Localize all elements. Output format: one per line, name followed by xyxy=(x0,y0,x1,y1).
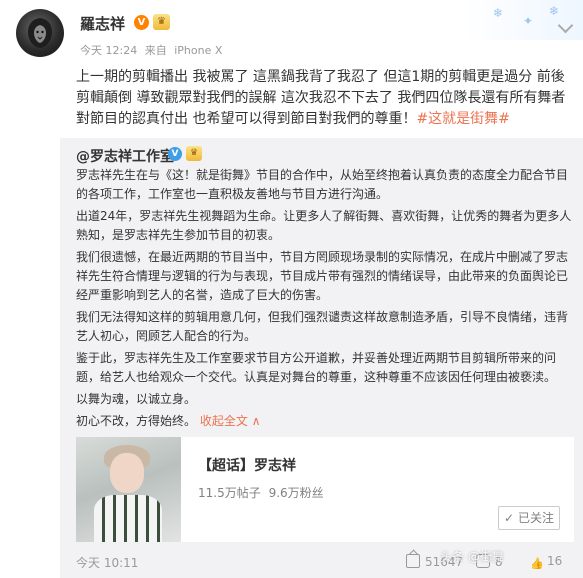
post-header: 羅志祥 V ♛ 今天 12:24 来自 iPhone X ❄ ✦ ❄ xyxy=(0,0,583,62)
hashtag-link[interactable]: #这就是街舞# xyxy=(416,111,509,127)
check-icon: ✓ xyxy=(504,511,515,525)
repost-paragraph-last: 初心不改，方得始终。 收起全文 ∧ xyxy=(76,412,574,431)
followed-label: 已关注 xyxy=(517,511,554,525)
collapse-link[interactable]: 收起全文 ∧ xyxy=(200,414,261,428)
verified-blue-icon: V xyxy=(168,147,182,161)
like-count: 16 xyxy=(547,554,563,568)
portrait-face xyxy=(110,453,144,493)
member-crown-icon: ♛ xyxy=(153,14,170,30)
like-action[interactable]: 👍 16 xyxy=(530,554,563,570)
post-text: 上一期的剪輯播出 我被罵了 這黑鍋我背了我忍了 但這1期的剪輯更是過分 前後剪輯… xyxy=(76,67,572,130)
repost-paragraph: 我们无法得知这样的剪辑用意几何，但我们强烈谴责这样故意制造矛盾，引导不良情绪，违… xyxy=(76,310,569,343)
snowflake-icon: ✦ xyxy=(523,14,534,28)
source-prefix: 来自 xyxy=(144,44,167,57)
repost-paragraph: 出道24年，罗志祥先生视舞蹈为生命。让更多人了解街舞、喜欢街舞，让优秀的舞者为更… xyxy=(76,209,572,242)
supertopic-image xyxy=(76,437,181,542)
repost-paragraph: 罗志祥先生在与《这！就是街舞》节目的合作中，从始至终抱着认真负责的态度全力配合节… xyxy=(76,168,569,201)
post-source[interactable]: iPhone X xyxy=(174,44,222,57)
portrait-body xyxy=(94,495,162,542)
snowflake-icon: ❄ xyxy=(549,4,560,18)
supertopic-card[interactable]: 【超话】罗志祥 11.5万帖子 9.6万粉丝 ✓ 已关注 xyxy=(76,437,574,542)
repost-time[interactable]: 今天 10:11 xyxy=(76,554,138,571)
share-icon xyxy=(406,554,420,568)
author-name[interactable]: 羅志祥 xyxy=(80,13,125,34)
supertopic-fans: 9.6万粉丝 xyxy=(268,486,324,500)
repost-author[interactable]: @罗志祥工作室 xyxy=(76,146,174,166)
repost-paragraph: 我们很遗憾，在最近两期的节目当中，节目方罔顾现场录制的实际情况，在成片中删减了罗… xyxy=(76,250,569,302)
avatar[interactable] xyxy=(16,9,64,57)
post-meta: 今天 12:24 来自 iPhone X xyxy=(80,42,226,58)
repost-paragraph: 以舞为魂，以诚立身。 xyxy=(76,392,197,406)
repost-container: @罗志祥工作室 V ♛ 罗志祥先生在与《这！就是街舞》节目的合作中，从始至终抱着… xyxy=(60,138,583,578)
supertopic-posts: 11.5万帖子 xyxy=(198,486,261,500)
snowflake-icon: ❄ xyxy=(493,6,504,20)
collapse-label[interactable]: 收起全文 xyxy=(200,414,248,428)
lion-avatar-icon xyxy=(28,18,52,48)
member-crown-icon: ♛ xyxy=(186,146,202,161)
repost-paragraph: 鉴于此，罗志祥先生及工作室要求节目方公开道歉，并妥善处理近两期节目剪辑所带来的问… xyxy=(76,351,557,384)
repost-body: 罗志祥先生在与《这！就是街舞》节目的合作中，从始至终抱着认真负责的态度全力配合节… xyxy=(76,166,574,434)
followed-button[interactable]: ✓ 已关注 xyxy=(498,506,560,530)
chevron-up-icon: ∧ xyxy=(251,414,261,428)
post-timestamp[interactable]: 今天 12:24 xyxy=(80,44,137,57)
watermark: 头条 @街舞 xyxy=(440,550,504,564)
repost-last-line: 初心不改，方得始终。 xyxy=(76,414,197,428)
supertopic-stats: 11.5万帖子 9.6万粉丝 xyxy=(198,484,328,501)
verified-icon: V xyxy=(134,15,149,30)
supertopic-title[interactable]: 【超话】罗志祥 xyxy=(198,455,296,475)
thumbs-up-icon: 👍 xyxy=(530,557,544,570)
